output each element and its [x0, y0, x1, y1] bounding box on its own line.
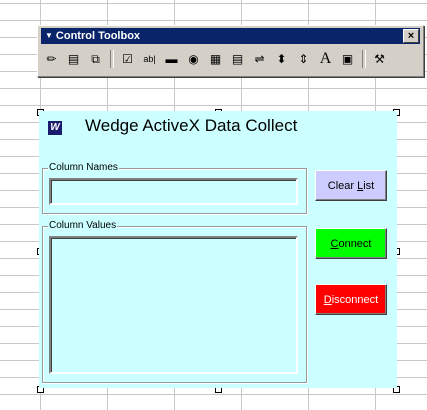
toolbar-separator — [362, 50, 366, 68]
more-controls-icon[interactable]: ⚒ — [370, 50, 389, 69]
toolbox-icons: ✏ ▤ ⧉ ☑ ab| ▬ ◉ ▦ ▤ ⇌ ⬍ ⇕ A ▣ ⚒ — [42, 47, 419, 71]
toolbox-title: Control Toolbox — [55, 30, 141, 42]
command-button-icon[interactable]: ▬ — [162, 50, 181, 69]
spin-button-icon[interactable]: ⬍ — [272, 50, 291, 69]
clear-list-button[interactable]: Clear List — [315, 170, 387, 201]
form-title: Wedge ActiveX Data Collect — [85, 116, 298, 135]
data-collect-form: W Wedge ActiveX Data Collect Column Name… — [39, 111, 397, 388]
control-toolbox[interactable]: ▼ Control Toolbox × ✏ ▤ ⧉ ☑ ab| ▬ ◉ ▦ ▤ ⇌ ⬍ ⇕ A ▣ ⚒ — [37, 25, 424, 77]
view-code-icon[interactable]: ⧉ — [86, 50, 105, 69]
listbox-icon[interactable]: ▦ — [206, 50, 225, 69]
toolbox-menu-arrow-icon[interactable]: ▼ — [45, 28, 53, 44]
connect-button[interactable]: Connect — [315, 228, 387, 259]
column-values-group: Column Values — [42, 220, 307, 383]
checkbox-icon[interactable]: ☑ — [118, 50, 137, 69]
scrollbar-icon[interactable]: ⇕ — [294, 50, 313, 69]
toolbox-close-button[interactable]: × — [403, 29, 419, 43]
image-icon[interactable]: ▣ — [338, 50, 357, 69]
column-names-label: Column Names — [48, 162, 119, 173]
textbox-icon[interactable]: ab| — [140, 50, 159, 69]
wedge-logo: W — [48, 121, 62, 135]
toggle-button-icon[interactable]: ⇌ — [250, 50, 269, 69]
disconnect-button[interactable]: Disconnect — [315, 284, 387, 315]
combobox-icon[interactable]: ▤ — [228, 50, 247, 69]
toolbox-title-bar[interactable]: ▼ Control Toolbox × — [41, 28, 420, 44]
properties-icon[interactable]: ▤ — [64, 50, 83, 69]
column-names-group: Column Names — [42, 162, 307, 214]
column-values-list[interactable] — [49, 236, 298, 374]
option-button-icon[interactable]: ◉ — [184, 50, 203, 69]
column-names-field[interactable] — [49, 178, 298, 205]
label-icon[interactable]: A — [316, 50, 335, 69]
column-values-label: Column Values — [48, 220, 118, 231]
toolbar-separator — [110, 50, 114, 68]
design-mode-icon[interactable]: ✏ — [42, 50, 61, 69]
